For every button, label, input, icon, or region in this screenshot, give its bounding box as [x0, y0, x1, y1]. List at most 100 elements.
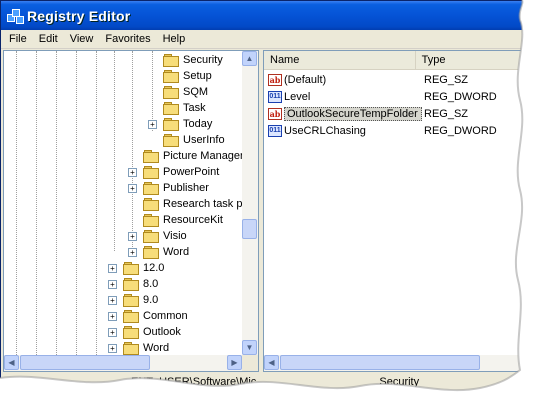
scroll-thumb-horizontal[interactable] [20, 355, 150, 370]
value-type: REG_DWORD [424, 124, 497, 137]
value-row[interactable]: 011 UseCRLChasing REG_DWORD [268, 122, 497, 139]
value-type: REG_SZ [424, 73, 469, 86]
tree-item-label: SQM [183, 86, 209, 98]
scroll-thumb-horizontal[interactable] [280, 355, 480, 370]
tree-item-label: 9.0 [143, 294, 159, 306]
menu-edit[interactable]: Edit [33, 31, 64, 47]
title-bar[interactable]: Registry Editor [1, 1, 523, 30]
tree-item-label: Outlook [143, 326, 181, 338]
menu-favorites[interactable]: Favorites [99, 31, 156, 47]
list-header: Name Type [264, 51, 523, 70]
tree-item[interactable]: + Outlook [108, 324, 181, 340]
tree-item[interactable]: + Common [108, 308, 188, 324]
value-row[interactable]: ab (Default) REG_SZ [268, 71, 468, 88]
folder-icon [143, 246, 159, 259]
value-name: OutlookSecureTempFolder [284, 106, 422, 121]
menu-view[interactable]: View [64, 31, 100, 47]
expand-plus-icon[interactable]: + [128, 247, 137, 257]
folder-icon [143, 230, 159, 243]
scroll-thumb[interactable] [242, 219, 257, 239]
tree-item-label: Word [143, 342, 170, 354]
tree-item[interactable]: Task [148, 100, 206, 116]
tree-item-label: Today [183, 118, 213, 130]
registry-editor-icon [7, 8, 24, 24]
list-horizontal-scrollbar[interactable]: ◀ [264, 355, 523, 371]
tree-rows: Security Setup SQM Task + Today UserInfo Pictur… [4, 51, 242, 355]
tree-item[interactable]: + PowerPoint [128, 164, 219, 180]
column-type-header[interactable]: Type [416, 51, 523, 69]
expand-plus-icon[interactable]: + [148, 119, 157, 129]
folder-icon [123, 278, 139, 291]
value-name: (Default) [284, 73, 327, 86]
folder-icon [123, 294, 139, 307]
tree-item[interactable]: + Today [148, 116, 212, 132]
tree-item[interactable]: + Visio [128, 228, 187, 244]
folder-icon [143, 150, 159, 163]
scroll-corner [242, 355, 258, 371]
dword-value-icon: 011 [268, 124, 282, 137]
tree-item[interactable]: +9.0 [108, 292, 158, 308]
folder-icon [123, 310, 139, 323]
expand-plus-icon[interactable]: + [108, 279, 117, 289]
string-value-icon: ab [268, 73, 282, 86]
tree-item[interactable]: +12.0 [108, 260, 164, 276]
tree-item-label: Word [163, 246, 190, 258]
folder-icon [143, 166, 159, 179]
value-name: UseCRLChasing [284, 124, 366, 137]
tree-item[interactable]: +8.0 [108, 276, 158, 292]
expand-plus-icon[interactable]: + [128, 231, 137, 241]
tree-item[interactable]: + Word [108, 340, 169, 355]
folder-icon [123, 262, 139, 275]
registry-editor-window: Registry Editor File Edit View Favorites… [0, 0, 524, 392]
status-path: ENT_USER\Software\Mic [131, 376, 257, 388]
folder-icon [143, 214, 159, 227]
expand-plus-icon[interactable]: + [108, 327, 117, 337]
tree-item[interactable]: Picture Manager [128, 148, 242, 164]
status-path-tail: Security [379, 376, 420, 388]
tree-item[interactable]: SQM [148, 84, 208, 100]
scroll-left-icon[interactable]: ◀ [264, 355, 279, 370]
expand-plus-icon[interactable]: + [108, 311, 117, 321]
folder-icon [163, 70, 179, 83]
folder-icon [163, 86, 179, 99]
registry-values-pane[interactable]: Name Type ab (Default) REG_SZ 011 Level REG_D… [263, 50, 523, 372]
folder-icon [123, 342, 139, 355]
menu-bar: File Edit View Favorites Help [1, 30, 523, 49]
tree-vertical-scrollbar[interactable]: ▲ ▼ [242, 51, 258, 355]
value-row[interactable]: 011 Level REG_DWORD [268, 88, 497, 105]
tree-item[interactable]: Security [148, 52, 223, 68]
menu-help[interactable]: Help [157, 31, 192, 47]
tree-item[interactable]: + Word [128, 244, 189, 260]
tree-item-label: Setup [183, 70, 212, 82]
tree-item[interactable]: Setup [148, 68, 212, 84]
tree-horizontal-scrollbar[interactable]: ◀ ▶ [4, 355, 242, 371]
registry-tree-pane[interactable]: Security Setup SQM Task + Today UserInfo Pictur… [3, 50, 259, 372]
tree-item-label: Research task p [163, 198, 242, 210]
expand-plus-icon[interactable]: + [108, 343, 117, 353]
tree-item-label: Visio [163, 230, 187, 242]
folder-icon [143, 198, 159, 211]
expand-plus-icon[interactable]: + [128, 167, 137, 177]
folder-icon [163, 102, 179, 115]
scroll-right-icon[interactable]: ▶ [227, 355, 242, 370]
value-row[interactable]: ab OutlookSecureTempFolder REG_SZ [268, 105, 468, 122]
expand-plus-icon[interactable]: + [108, 295, 117, 305]
tree-item[interactable]: + Publisher [128, 180, 209, 196]
tree-item[interactable]: ResourceKit [128, 212, 223, 228]
scroll-up-icon[interactable]: ▲ [242, 51, 257, 66]
column-name-header[interactable]: Name [264, 51, 416, 69]
folder-icon [123, 326, 139, 339]
scroll-left-icon[interactable]: ◀ [4, 355, 19, 370]
expand-plus-icon[interactable]: + [108, 263, 117, 273]
folder-icon [143, 182, 159, 195]
tree-item-label: UserInfo [183, 134, 225, 146]
expand-plus-icon[interactable]: + [128, 183, 137, 193]
scroll-down-icon[interactable]: ▼ [242, 340, 257, 355]
string-value-icon: ab [268, 107, 282, 120]
tree-item[interactable]: Research task p [128, 196, 242, 212]
menu-file[interactable]: File [3, 31, 33, 47]
folder-icon [163, 118, 179, 131]
tree-item[interactable]: UserInfo [148, 132, 225, 148]
tree-item-label: Task [183, 102, 206, 114]
window-title: Registry Editor [27, 7, 131, 24]
